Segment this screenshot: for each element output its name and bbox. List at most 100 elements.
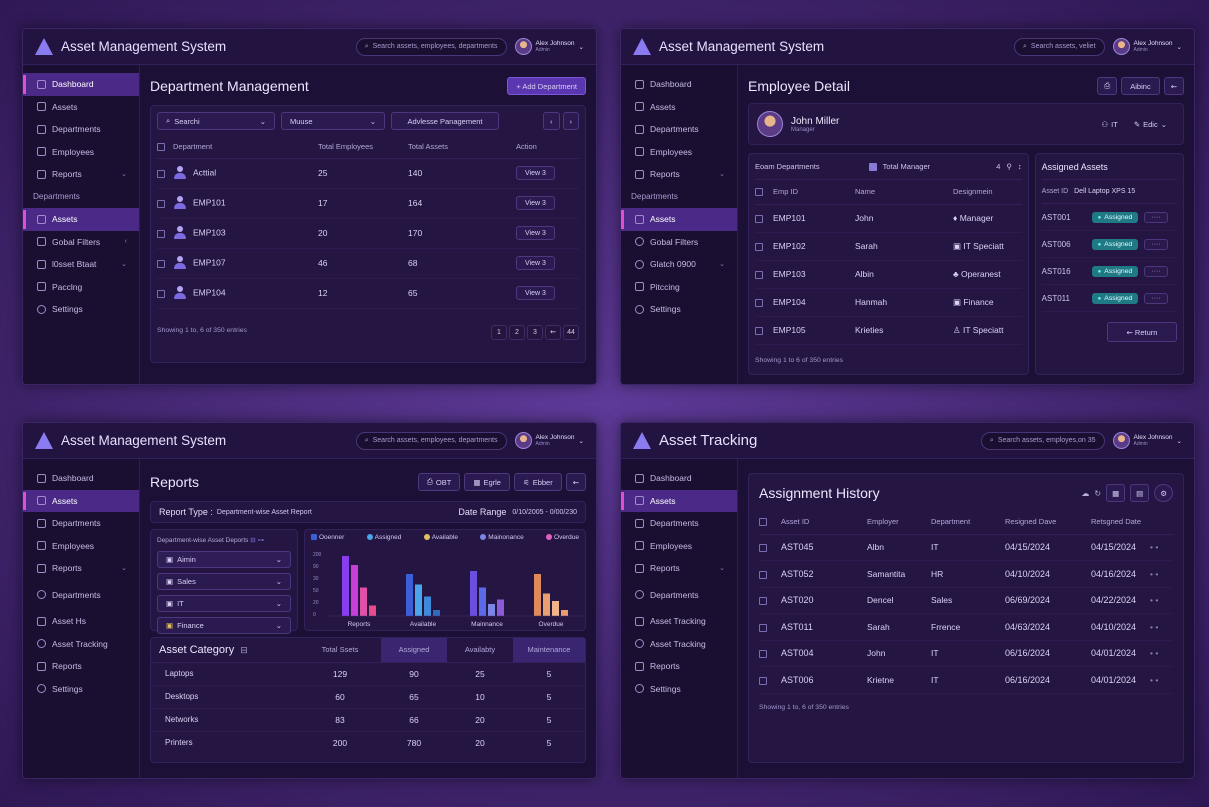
next-page-button[interactable]: › — [562, 112, 579, 130]
sidebar-item-dashboard[interactable]: Dashboard — [621, 73, 737, 96]
sidebar-item-employees[interactable]: Employees — [621, 535, 737, 558]
row-checkbox[interactable] — [755, 326, 763, 335]
column-header-asset-id[interactable]: Asset ID — [781, 510, 867, 534]
refresh-icon[interactable]: ↻ — [1094, 489, 1101, 498]
row-checkbox[interactable] — [157, 289, 165, 298]
sidebar-item-departments[interactable]: Departments — [23, 118, 139, 141]
row-menu-button[interactable]: ···· — [1144, 265, 1168, 277]
sidebar-item-asset-tracking-2[interactable]: Asset Tracking — [621, 633, 737, 656]
table-row[interactable]: EMP101 17 164 View 3 — [157, 188, 579, 218]
global-search-input[interactable]: ⌕ Search assets, employees, departments — [355, 431, 507, 450]
row-checkbox[interactable] — [157, 199, 165, 208]
sidebar-item-employees[interactable]: Employees — [23, 535, 139, 558]
select-all-checkbox[interactable] — [755, 188, 763, 197]
category-toggle-icon[interactable]: ⊟ — [240, 645, 248, 655]
user-menu[interactable]: Alex Johnson Admin ⌄ — [514, 38, 584, 55]
select-all-checkbox[interactable] — [157, 143, 165, 152]
sidebar-item-global-filters[interactable]: Gobal Filters — [621, 231, 737, 254]
sidebar-item-departments[interactable]: Departments — [23, 512, 139, 535]
view-button[interactable]: View 3 — [516, 196, 555, 210]
select-all-checkbox[interactable] — [759, 518, 767, 527]
table-row[interactable]: EMP104 12 65 View 3 — [157, 278, 579, 308]
row-checkbox[interactable] — [759, 570, 767, 579]
settings-button[interactable]: ⚙ — [1154, 484, 1173, 502]
more-button[interactable]: ⇜ — [1163, 77, 1184, 95]
sidebar-item-departments-2[interactable]: Departments — [23, 584, 139, 607]
sidebar-item-asset-history[interactable]: Asset Hs — [23, 610, 139, 633]
list-view-button[interactable]: ▤ — [1130, 484, 1150, 502]
column-header-returned-date[interactable]: Retsgned Date — [1091, 510, 1173, 534]
filter-item[interactable]: ▣ Sales ⌄ — [157, 573, 291, 590]
table-row[interactable]: AST045 Albn IT 04/15/2024 04/15/2024 • • — [759, 534, 1173, 561]
table-row[interactable]: EMP103 Albin ♣ Operanest — [755, 260, 1022, 288]
table-row[interactable]: EMP107 46 68 View 3 — [157, 248, 579, 278]
sidebar-item-reports[interactable]: Reports ⌄ — [23, 557, 139, 580]
view-button[interactable]: View 3 — [516, 226, 555, 240]
global-search-input[interactable]: ⌕ Search assets, employes,on 35 — [980, 431, 1105, 450]
global-search-input[interactable]: ⌕ Search assets, employees, departments — [355, 37, 507, 56]
table-row[interactable]: EMP102 Sarah ▣ IT Speciatt — [755, 232, 1022, 260]
sidebar-item-departments[interactable]: Departments — [621, 118, 737, 141]
column-header-asset-id[interactable]: Asset ID — [1042, 188, 1068, 195]
edit-button[interactable]: ✎ Edic ⌄ — [1126, 115, 1175, 133]
export-pdf-button[interactable]: ⎙ OBT — [417, 473, 461, 491]
row-checkbox[interactable] — [759, 650, 767, 658]
departments-tab[interactable]: Eoam Departments — [755, 162, 863, 171]
view-button[interactable]: View 3 — [516, 166, 555, 180]
column-header-total-assets[interactable]: Total Assets — [408, 136, 516, 158]
toggle-icon[interactable]: ⊟ ⊶ — [250, 537, 264, 544]
table-row[interactable]: AST052 Samantita HR 04/10/2024 04/16/202… — [759, 561, 1173, 587]
sidebar-item-departments[interactable]: Departments — [621, 512, 737, 535]
sidebar-item-global-filters[interactable]: Gobal Filters ‹ — [23, 231, 139, 254]
sidebar-item-reports-2[interactable]: Reports — [621, 655, 737, 678]
sidebar-item-settings[interactable]: Settings — [23, 298, 139, 321]
row-menu-button[interactable]: • • — [1150, 622, 1158, 632]
cloud-icon[interactable]: ☁ — [1081, 489, 1089, 498]
sidebar-item-settings[interactable]: Settings — [621, 678, 737, 701]
sidebar-item-reports-2[interactable]: Reports — [23, 655, 139, 678]
filter-item[interactable]: ▣ Aimin ⌄ — [157, 551, 291, 568]
sort-icon[interactable]: ↕ — [1018, 162, 1022, 171]
sidebar-item-departments-2[interactable]: Departments — [621, 584, 737, 607]
sidebar-item-reports[interactable]: Reports ⌄ — [621, 163, 737, 186]
prev-page-button[interactable]: ‹ — [543, 112, 560, 130]
sidebar-item-asset-tracking[interactable]: Asset Tracking — [621, 610, 737, 633]
table-row[interactable]: Desktops 60 65 10 5 — [151, 685, 585, 708]
sidebar-item-reports[interactable]: Reports ⌄ — [23, 163, 139, 186]
page-prev-button[interactable]: ⇜ — [545, 324, 561, 340]
table-row[interactable]: AST020 Dencel Sales 06/69/2024 04/22/202… — [759, 587, 1173, 614]
column-header-assigned[interactable]: Assigned — [381, 638, 447, 662]
table-row[interactable]: Acttial 25 140 View 3 — [157, 158, 579, 188]
date-range-input[interactable]: 0/10/2005 - 0/00/230 — [512, 509, 577, 516]
column-header-maintenance[interactable]: Maintenance — [513, 638, 585, 662]
column-header-employee[interactable]: Employer — [867, 510, 931, 534]
column-header-available[interactable]: Availabty — [447, 638, 513, 662]
view-button[interactable]: View 3 — [516, 256, 555, 270]
row-checkbox[interactable] — [755, 242, 763, 251]
column-header-department[interactable]: Department — [173, 136, 318, 158]
page-button[interactable]: 1 — [491, 324, 507, 340]
sidebar-item-pacing[interactable]: Pacclng — [23, 276, 139, 299]
user-menu[interactable]: Alex Johnson Admin ⌄ — [1112, 38, 1182, 55]
sidebar-item-asset-tracking[interactable]: Asset Tracking — [23, 633, 139, 656]
table-search-input[interactable]: ⌕ Searchi ⌄ — [157, 112, 275, 130]
top-action-button[interactable]: Aibinc — [1121, 77, 1160, 95]
sidebar-item-assets-sub[interactable]: Assets — [23, 208, 139, 231]
filter-button[interactable]: ⚟ Ebber — [513, 473, 562, 491]
row-checkbox[interactable] — [759, 623, 767, 632]
table-row[interactable]: EMP103 20 170 View 3 — [157, 218, 579, 248]
sidebar-item-assets[interactable]: Assets — [621, 489, 737, 512]
row-checkbox[interactable] — [157, 259, 165, 268]
column-header-assigned-date[interactable]: Resigned Dave — [1005, 510, 1091, 534]
column-header-department[interactable]: Department — [931, 510, 1005, 534]
column-header-emp-id[interactable]: Emp ID — [773, 180, 855, 204]
table-row[interactable]: Printers 200 780 20 5 — [151, 731, 585, 754]
assigned-row[interactable]: AST001 Assigned ···· — [1041, 204, 1177, 231]
filter-icon[interactable]: ⚲ — [1006, 162, 1012, 171]
table-row[interactable]: AST006 Krietne IT 06/16/2024 04/01/2024 •… — [759, 667, 1173, 693]
user-menu[interactable]: Alex Johnson Admin ⌄ — [1112, 432, 1182, 449]
sidebar-item-reports[interactable]: Reports ⌄ — [621, 557, 737, 580]
row-checkbox[interactable] — [759, 544, 767, 552]
row-checkbox[interactable] — [759, 676, 767, 685]
assigned-row[interactable]: AST011 Assigned ···· — [1041, 285, 1177, 312]
